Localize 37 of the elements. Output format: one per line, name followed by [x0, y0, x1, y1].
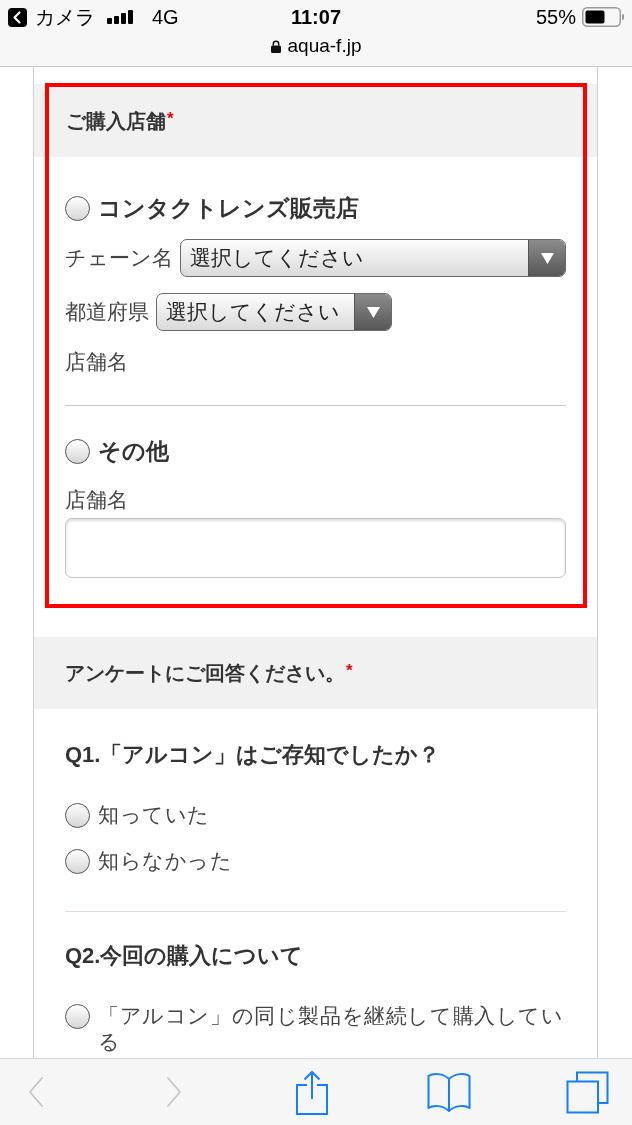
- radio-button[interactable]: [65, 438, 90, 464]
- section-title: アンケートにご回答ください。: [65, 662, 345, 684]
- question-text: Q1.「アルコン」はご存知でしたか？: [65, 742, 441, 768]
- field-label: 店舗名: [65, 350, 128, 373]
- signal-icon: [107, 10, 134, 24]
- network-type: 4G: [152, 5, 179, 29]
- question-text: Q2.今回の購入について: [65, 943, 304, 969]
- option-label: その他: [98, 437, 169, 466]
- book-icon: [427, 1071, 472, 1113]
- share-icon: [294, 1069, 329, 1115]
- required-mark: *: [167, 108, 174, 128]
- radio-button[interactable]: [65, 1004, 90, 1029]
- battery-icon: [582, 7, 624, 27]
- field-label: 店舗名: [65, 488, 128, 512]
- lock-icon: [270, 39, 281, 53]
- required-mark: *: [346, 661, 353, 680]
- radio-button[interactable]: [65, 803, 90, 828]
- address-bar[interactable]: aqua-f.jp: [270, 34, 362, 58]
- option-label: 知っていた: [98, 802, 210, 828]
- option-label: 「アルコン」の同じ製品を継続して購入している: [98, 1003, 565, 1055]
- chevron-right-icon: [165, 1077, 182, 1107]
- radio-button[interactable]: [65, 849, 90, 874]
- battery-percent: 55%: [535, 5, 576, 29]
- field-label: 都道府県: [65, 300, 149, 324]
- option-label: 知らなかった: [98, 848, 233, 874]
- dropdown-select[interactable]: 選択してください: [156, 293, 392, 331]
- dropdown-select[interactable]: 選択してください: [180, 239, 566, 277]
- section-title: ご購入店舗: [66, 109, 166, 132]
- field-label: チェーン名: [65, 246, 173, 270]
- option-label: コンタクトレンズ販売店: [98, 194, 359, 223]
- chevron-left-icon: [28, 1077, 44, 1107]
- radio-button[interactable]: [65, 195, 90, 221]
- status-time: 11:07: [290, 5, 342, 29]
- chevron-left-icon: [8, 7, 27, 27]
- tabs-icon: [565, 1070, 609, 1114]
- back-to-app-button[interactable]: カメラ: [8, 3, 95, 31]
- text-input[interactable]: [65, 518, 566, 578]
